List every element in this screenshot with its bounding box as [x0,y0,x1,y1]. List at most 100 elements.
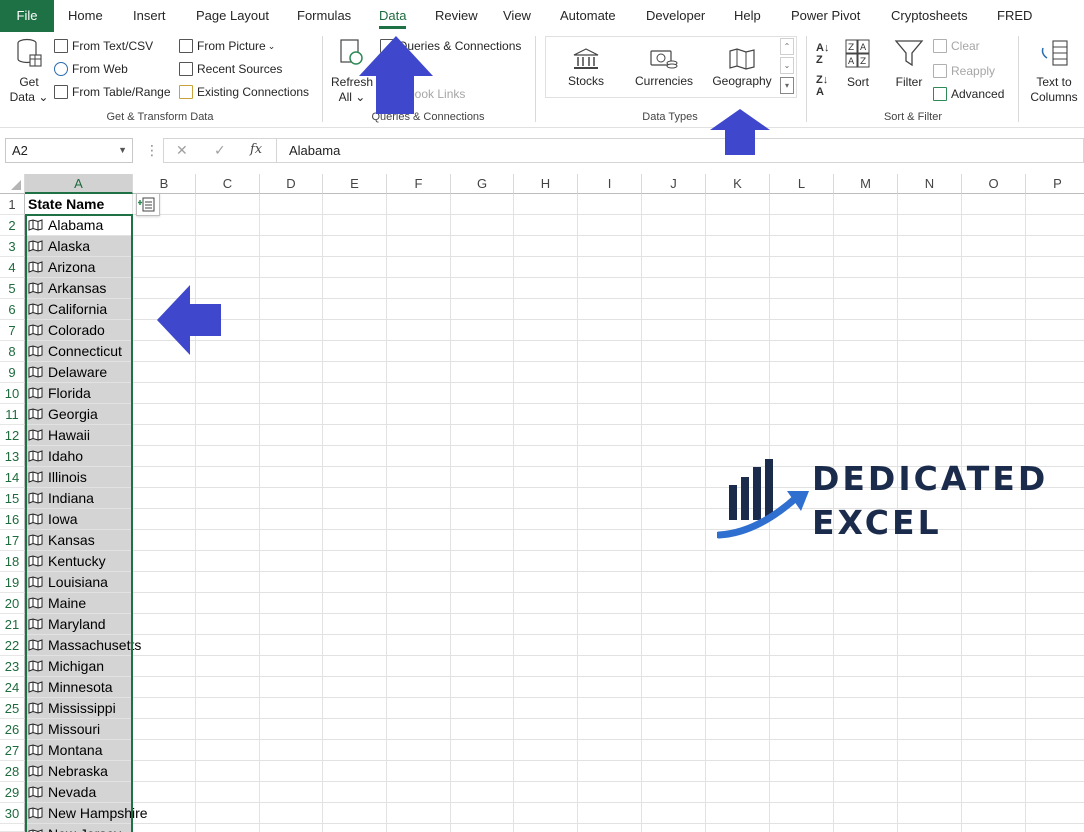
stocks-button[interactable]: Stocks [546,47,626,88]
row-header-15[interactable]: 15 [0,488,25,509]
row-header-20[interactable]: 20 [0,593,25,614]
tab-developer[interactable]: Developer [646,0,705,32]
row-header-8[interactable]: 8 [0,341,25,362]
cancel-icon[interactable]: ✕ [176,142,188,159]
tab-review[interactable]: Review [435,0,478,32]
reapply-button[interactable]: Reapply [933,61,995,81]
row-header-18[interactable]: 18 [0,551,25,572]
row-header-25[interactable]: 25 [0,698,25,719]
state-cell[interactable]: Alabama [26,215,132,235]
row-header-16[interactable]: 16 [0,509,25,530]
sort-descending-button[interactable]: Z↓ A [816,74,836,98]
row-header-29[interactable]: 29 [0,782,25,803]
row-header-19[interactable]: 19 [0,572,25,593]
name-box[interactable]: A2 ▼ [5,138,133,163]
row-header-partial[interactable] [0,824,25,832]
tab-fred[interactable]: FRED [997,0,1032,32]
enter-icon[interactable]: ✓ [214,142,226,159]
state-cell[interactable]: Nebraska [26,761,132,781]
state-cell[interactable]: Florida [26,383,132,403]
state-cell[interactable]: New Hampshire [26,803,148,823]
row-header-2[interactable]: 2 [0,215,25,236]
row-header-1[interactable]: 1 [0,194,25,215]
column-header-i[interactable]: I [578,174,642,194]
row-header-6[interactable]: 6 [0,299,25,320]
chevron-down-icon[interactable]: ▼ [118,139,127,162]
row-header-3[interactable]: 3 [0,236,25,257]
row-header-5[interactable]: 5 [0,278,25,299]
select-all-button[interactable] [0,174,25,194]
tab-data[interactable]: Data [379,0,407,32]
state-cell[interactable]: California [26,299,132,319]
state-cell[interactable]: Minnesota [26,677,132,697]
column-header-m[interactable]: M [834,174,898,194]
row-header-4[interactable]: 4 [0,257,25,278]
tab-power-pivot[interactable]: Power Pivot [791,0,860,32]
state-cell[interactable]: Massachusetts [26,635,141,655]
tab-file[interactable]: File [0,0,54,32]
state-cell[interactable]: Illinois [26,467,132,487]
tab-page-layout[interactable]: Page Layout [196,0,269,32]
get-data-button[interactable]: Get Data ⌄ [8,38,50,105]
column-header-l[interactable]: L [770,174,834,194]
row-header-22[interactable]: 22 [0,635,25,656]
state-cell[interactable]: Louisiana [26,572,132,592]
filter-button[interactable]: Filter [892,38,926,90]
column-header-c[interactable]: C [196,174,260,194]
recent-sources-button[interactable]: Recent Sources [179,59,282,79]
currencies-button[interactable]: Currencies [624,47,704,88]
column-header-g[interactable]: G [451,174,514,194]
state-cell[interactable]: Alaska [26,236,132,256]
tab-automate[interactable]: Automate [560,0,616,32]
state-cell[interactable]: Iowa [26,509,132,529]
column-header-h[interactable]: H [514,174,578,194]
state-cell[interactable]: Arizona [26,257,132,277]
state-cell[interactable]: Idaho [26,446,132,466]
formula-input[interactable]: Alabama [276,138,1084,163]
row-header-9[interactable]: 9 [0,362,25,383]
column-header-j[interactable]: J [642,174,706,194]
state-cell[interactable]: Nevada [26,782,132,802]
state-cell[interactable]: Maine [26,593,132,613]
row-header-17[interactable]: 17 [0,530,25,551]
column-header-n[interactable]: N [898,174,962,194]
column-header-k[interactable]: K [706,174,770,194]
tab-cryptosheets[interactable]: Cryptosheets [891,0,968,32]
cell-a1-header[interactable]: State Name [26,194,104,215]
row-header-27[interactable]: 27 [0,740,25,761]
clear-filter-button[interactable]: Clear [933,36,980,56]
geography-button[interactable]: Geography [702,47,782,88]
column-header-a[interactable]: A [25,174,133,194]
row-header-10[interactable]: 10 [0,383,25,404]
state-cell[interactable]: Hawaii [26,425,132,445]
column-header-p[interactable]: P [1026,174,1084,194]
state-cell[interactable]: Michigan [26,656,132,676]
column-header-d[interactable]: D [260,174,323,194]
row-header-23[interactable]: 23 [0,656,25,677]
from-picture-button[interactable]: From Picture ⌄ [179,36,275,56]
tab-insert[interactable]: Insert [133,0,166,32]
existing-connections-button[interactable]: Existing Connections [179,82,309,102]
insert-data-button[interactable] [136,193,160,216]
row-header-12[interactable]: 12 [0,425,25,446]
tab-view[interactable]: View [503,0,531,32]
sort-ascending-button[interactable]: A↓ Z [816,42,836,66]
row-header-21[interactable]: 21 [0,614,25,635]
state-cell[interactable]: Maryland [26,614,132,634]
column-header-b[interactable]: B [133,174,196,194]
row-header-7[interactable]: 7 [0,320,25,341]
advanced-filter-button[interactable]: Advanced [933,84,1004,104]
state-cell[interactable]: Indiana [26,488,132,508]
gallery-scroll-up-icon[interactable]: ⌃ [780,38,794,55]
state-cell[interactable]: Montana [26,740,132,760]
state-cell[interactable]: Kentucky [26,551,132,571]
row-header-24[interactable]: 24 [0,677,25,698]
text-to-columns-button[interactable]: Text to Columns [1026,38,1082,105]
tab-formulas[interactable]: Formulas [297,0,351,32]
state-cell[interactable]: Kansas [26,530,132,550]
state-cell[interactable]: Colorado [26,320,132,340]
state-cell[interactable]: Connecticut [26,341,132,361]
row-header-11[interactable]: 11 [0,404,25,425]
column-header-f[interactable]: F [387,174,451,194]
state-cell[interactable]: Mississippi [26,698,132,718]
